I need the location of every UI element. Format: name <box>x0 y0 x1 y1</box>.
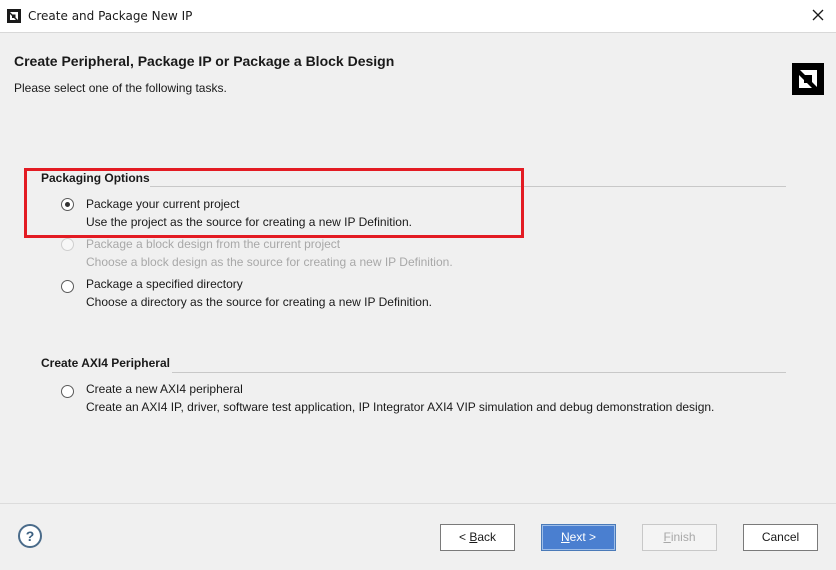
page-subtitle: Please select one of the following tasks… <box>14 81 227 95</box>
section-divider <box>172 372 786 373</box>
radio-button-selected[interactable] <box>61 198 74 211</box>
finish-button: Finish <box>642 524 717 551</box>
option-description: Use the project as the source for creati… <box>86 215 412 229</box>
option-label: Package your current project <box>86 197 240 211</box>
amd-logo-icon <box>792 63 824 95</box>
wizard-header: Create Peripheral, Package IP or Package… <box>0 33 836 113</box>
amd-logo-icon <box>7 9 21 23</box>
radio-button[interactable] <box>61 280 74 293</box>
option-package-specified-directory[interactable]: Package a specified directory Choose a d… <box>60 277 800 313</box>
radio-button-disabled <box>61 238 74 251</box>
option-label: Package a specified directory <box>86 277 243 291</box>
option-package-current-project[interactable]: Package your current project Use the pro… <box>60 197 800 233</box>
option-package-block-design: Package a block design from the current … <box>60 237 800 273</box>
back-button[interactable]: < Back <box>440 524 515 551</box>
title-bar: Create and Package New IP <box>0 0 836 33</box>
option-description: Create an AXI4 IP, driver, software test… <box>86 400 715 414</box>
section-divider <box>150 186 786 187</box>
option-description: Choose a block design as the source for … <box>86 255 453 269</box>
footer-divider <box>0 503 836 504</box>
option-create-axi4-peripheral[interactable]: Create a new AXI4 peripheral Create an A… <box>60 382 800 418</box>
radio-button[interactable] <box>61 385 74 398</box>
close-icon[interactable] <box>810 7 826 23</box>
next-button[interactable]: Next > <box>541 524 616 551</box>
window-title: Create and Package New IP <box>28 9 193 23</box>
option-label: Create a new AXI4 peripheral <box>86 382 243 396</box>
section-title-packaging: Packaging Options <box>41 171 150 185</box>
page-title: Create Peripheral, Package IP or Package… <box>14 53 395 69</box>
option-description: Choose a directory as the source for cre… <box>86 295 432 309</box>
help-icon[interactable]: ? <box>18 524 42 548</box>
option-label: Package a block design from the current … <box>86 237 341 251</box>
section-title-axi4: Create AXI4 Peripheral <box>41 356 170 370</box>
cancel-button[interactable]: Cancel <box>743 524 818 551</box>
